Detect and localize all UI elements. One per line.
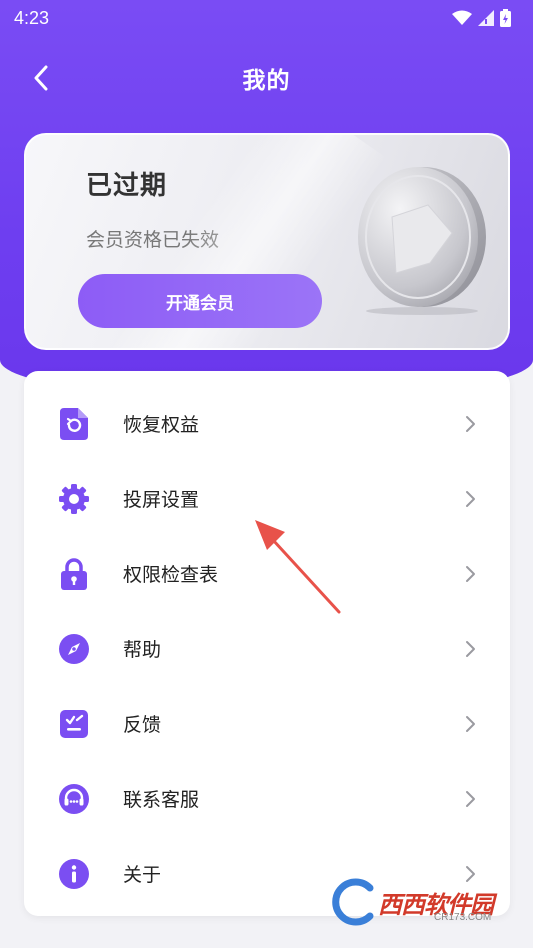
- restore-icon: [58, 407, 90, 440]
- menu-list: 恢复权益 投屏设置 权限检查表 帮助 反馈 联系客服 关于: [24, 371, 510, 916]
- chevron-right-icon: [466, 490, 475, 507]
- status-icons: [452, 9, 511, 27]
- chevron-right-icon: [466, 415, 475, 432]
- chevron-right-icon: [466, 640, 475, 657]
- open-membership-button[interactable]: 开通会员: [78, 274, 322, 328]
- compass-icon: [58, 633, 90, 665]
- top-nav: 我的: [0, 50, 533, 106]
- coin-icon: [358, 167, 486, 315]
- back-button[interactable]: [26, 62, 56, 94]
- menu-item-label: 投屏设置: [123, 489, 200, 511]
- menu-item-restore[interactable]: 恢复权益: [24, 386, 510, 461]
- battery-icon: [500, 9, 511, 27]
- lock-icon: [58, 557, 90, 590]
- signal-icon: [478, 10, 494, 26]
- watermark-url: CR173.COM: [434, 912, 492, 923]
- status-bar: 4:23: [0, 0, 533, 36]
- menu-item-label: 联系客服: [123, 789, 200, 811]
- wifi-icon: [452, 10, 472, 25]
- annotation-arrow-icon: [255, 520, 341, 614]
- chevron-right-icon: [466, 565, 475, 582]
- membership-description: 会员资格已失效: [86, 229, 220, 251]
- membership-status: 已过期: [86, 171, 168, 201]
- menu-item-feedback[interactable]: 反馈: [24, 686, 510, 761]
- back-arrow-icon: [34, 65, 48, 91]
- watermark-mark-icon: [332, 878, 374, 926]
- menu-item-label: 关于: [123, 864, 162, 886]
- menu-item-help[interactable]: 帮助: [24, 611, 510, 686]
- feedback-icon: [58, 708, 90, 740]
- menu-item-label: 恢复权益: [123, 414, 200, 436]
- page-title: 我的: [242, 68, 291, 94]
- chevron-right-icon: [466, 715, 475, 732]
- chevron-right-icon: [466, 790, 475, 807]
- menu-item-label: 反馈: [123, 714, 162, 736]
- membership-card: 已过期 会员资格已失效 开通会员: [24, 133, 510, 350]
- headset-icon: [58, 783, 90, 815]
- gear-icon: [58, 483, 90, 515]
- info-icon: [58, 858, 90, 890]
- menu-item-customer-service[interactable]: 联系客服: [24, 761, 510, 836]
- watermark-logo: 西西软件园 CR173.COM: [330, 862, 530, 942]
- menu-item-label: 帮助: [123, 639, 162, 661]
- status-time: 4:23: [14, 7, 50, 28]
- menu-item-label: 权限检查表: [123, 564, 219, 586]
